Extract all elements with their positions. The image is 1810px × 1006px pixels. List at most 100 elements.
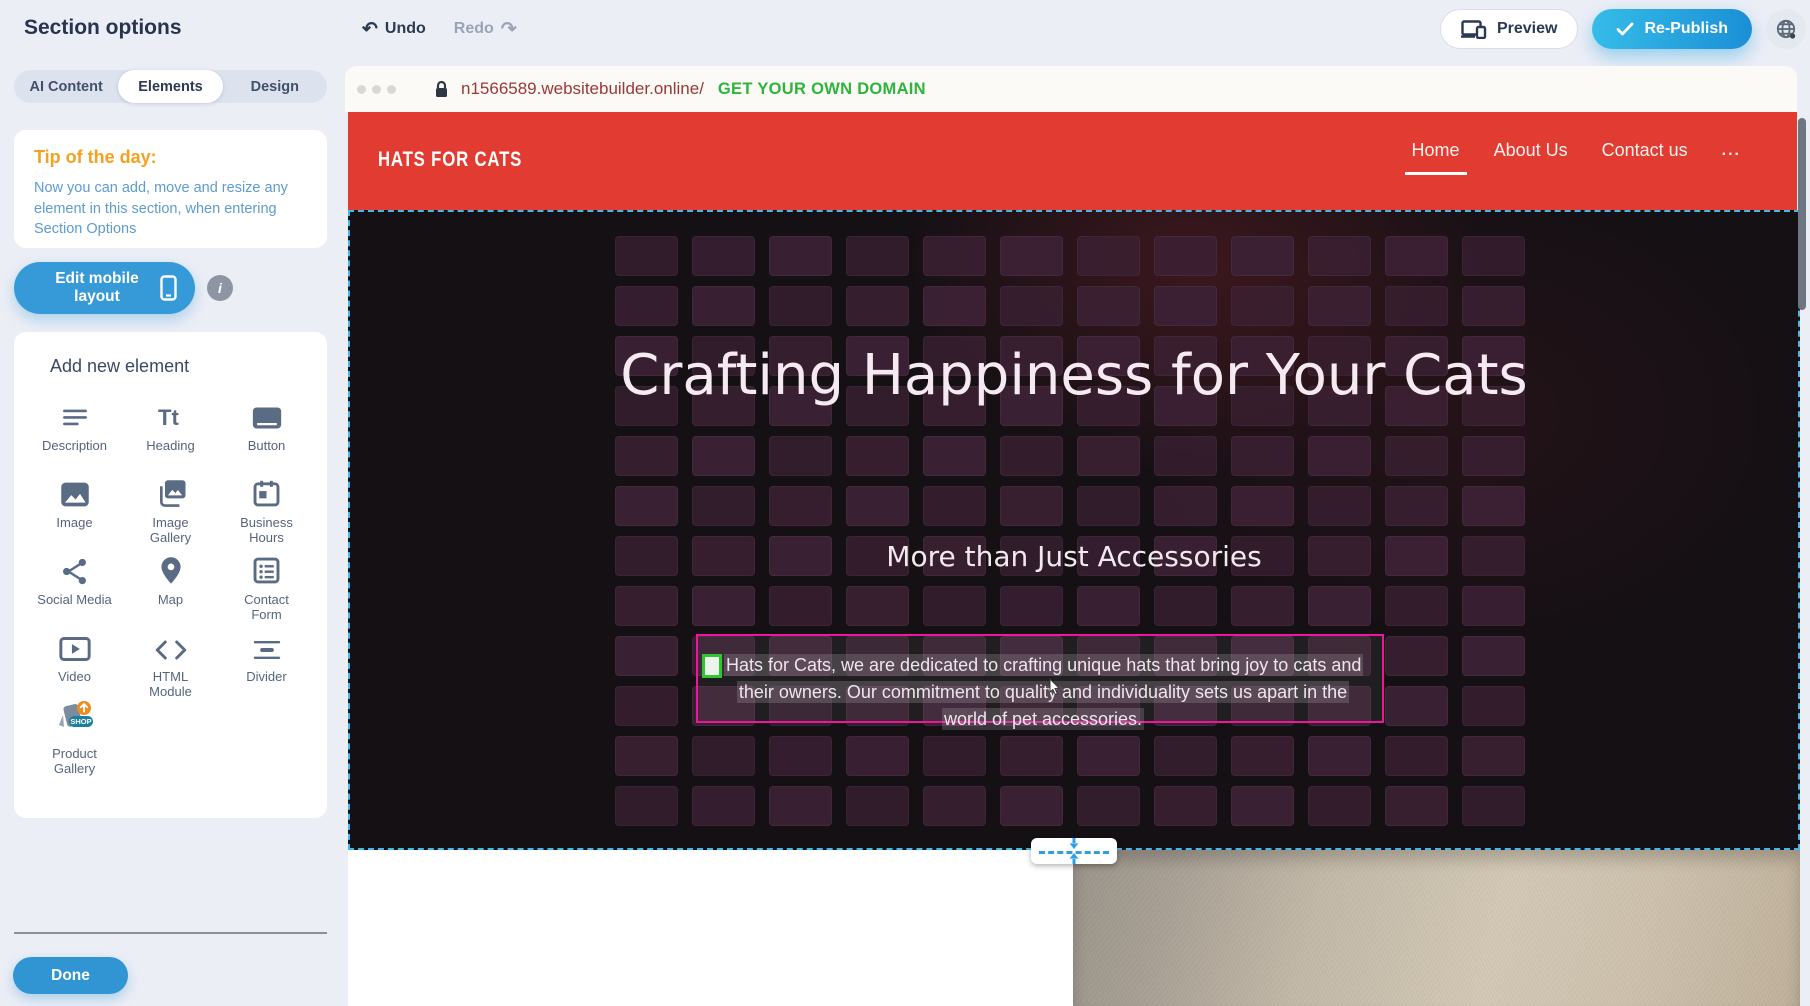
language-globe-button[interactable] (1766, 9, 1806, 49)
hero-tile (1231, 286, 1294, 326)
tab-ai-content[interactable]: AI Content (14, 70, 118, 103)
hero-tile (1000, 286, 1063, 326)
hero-tile (846, 786, 909, 826)
hero-tile (615, 486, 678, 526)
hero-tile (769, 286, 832, 326)
svg-text:Tt: Tt (158, 405, 179, 430)
hero-section: Crafting Happiness for Your Cats More th… (348, 210, 1800, 850)
social-media-icon (60, 553, 89, 585)
hero-tile (1462, 686, 1525, 726)
element-item-contact-form[interactable]: Contact Form (222, 553, 312, 630)
hero-tile (1385, 486, 1448, 526)
svg-text:SHOP: SHOP (70, 717, 91, 726)
hero-tile (1308, 486, 1371, 526)
hero-tile (1231, 586, 1294, 626)
hero-tile (1385, 736, 1448, 776)
panel-divider (14, 932, 327, 934)
hero-tile (1385, 636, 1448, 676)
element-item-label: Product Gallery (36, 746, 114, 777)
hero-description-element[interactable]: Hats for Cats, we are dedicated to craft… (696, 634, 1384, 723)
hero-tile (1000, 786, 1063, 826)
element-item-label: Social Media (36, 592, 114, 607)
globe-icon (1774, 17, 1798, 41)
hero-tile (692, 486, 755, 526)
element-item-image-gallery[interactable]: Image Gallery (126, 476, 216, 553)
get-your-own-domain-link[interactable]: GET YOUR OWN DOMAIN (718, 80, 926, 99)
element-item-business-hours[interactable]: Business Hours (222, 476, 312, 553)
hero-tile (846, 236, 909, 276)
hero-title[interactable]: Crafting Happiness for Your Cats (348, 336, 1800, 416)
element-item-label: Description (36, 438, 114, 453)
top-bar: Section options ↶ Undo Redo ↷ Preview (0, 0, 1810, 58)
site-header: HATS FOR CATS HomeAbout UsContact us... (348, 112, 1797, 210)
hero-tile (1231, 736, 1294, 776)
hero-tile-grid (615, 236, 1525, 826)
nav-item-about-us[interactable]: About Us (1494, 140, 1568, 165)
browser-dot (372, 85, 381, 94)
video-icon (59, 630, 91, 662)
element-item-label: Divider (228, 669, 306, 684)
hero-tile (846, 736, 909, 776)
undo-label: Undo (385, 20, 426, 38)
republish-label: Re-Publish (1644, 20, 1728, 38)
element-item-map[interactable]: Map (126, 553, 216, 630)
element-item-divider[interactable]: Divider (222, 630, 312, 707)
hero-tile (846, 436, 909, 476)
map-icon (159, 553, 183, 585)
hero-tile (692, 236, 755, 276)
hero-tile (692, 786, 755, 826)
hero-tile (1000, 586, 1063, 626)
hero-subtitle[interactable]: More than Just Accessories (348, 540, 1800, 573)
edit-mobile-layout-button[interactable]: Edit mobile layout (14, 262, 195, 314)
hero-tile (769, 236, 832, 276)
hero-tile (1154, 486, 1217, 526)
element-item-image[interactable]: Image (30, 476, 120, 553)
tab-design[interactable]: Design (223, 70, 327, 103)
divider-icon (252, 630, 282, 662)
nav-item-home[interactable]: Home (1412, 140, 1460, 165)
hero-tile (923, 436, 986, 476)
nav-item-contact-us[interactable]: Contact us (1602, 140, 1688, 165)
hero-tile (1231, 786, 1294, 826)
add-element-grid: Description TtHeadingButton Image Image Gal… (14, 399, 327, 784)
element-item-label: HTML Module (132, 669, 210, 700)
element-item-video[interactable]: Video (30, 630, 120, 707)
hero-tile (923, 586, 986, 626)
image-icon (60, 476, 90, 508)
hero-tile (1154, 436, 1217, 476)
section-resize-handle[interactable] (1031, 838, 1117, 864)
hero-tile (1385, 586, 1448, 626)
undo-button[interactable]: ↶ Undo (362, 20, 426, 39)
drag-handle[interactable] (702, 654, 722, 678)
element-item-social-media[interactable]: Social Media (30, 553, 120, 630)
hero-tile (1462, 236, 1525, 276)
html-module-icon (155, 630, 187, 662)
button-icon (251, 399, 283, 431)
redo-button[interactable]: Redo ↷ (454, 20, 517, 39)
preview-button[interactable]: Preview (1440, 9, 1578, 49)
hero-tile (846, 586, 909, 626)
page-title: Section options (24, 16, 182, 40)
element-item-description[interactable]: Description (30, 399, 120, 476)
hero-tile (769, 436, 832, 476)
add-new-element-card: Add new element DescriptionTtHeadingButt… (14, 332, 327, 818)
hero-tile (1462, 736, 1525, 776)
done-button[interactable]: Done (13, 957, 128, 994)
browser-dots (357, 85, 396, 94)
nav-item-more[interactable]: ... (1722, 142, 1741, 164)
element-item-product-gallery[interactable]: SHOP Product Gallery (30, 707, 120, 784)
element-item-label: Image Gallery (132, 515, 210, 546)
element-item-button[interactable]: Button (222, 399, 312, 476)
element-item-html-module[interactable]: HTML Module (126, 630, 216, 707)
element-item-label: Business Hours (228, 515, 306, 546)
tab-elements[interactable]: Elements (118, 70, 222, 103)
site-url: n1566589.websitebuilder.online/ (461, 79, 704, 99)
republish-button[interactable]: Re-Publish (1592, 9, 1752, 49)
hero-tile (692, 286, 755, 326)
scrollbar-thumb[interactable] (1798, 118, 1806, 310)
info-icon[interactable]: i (207, 275, 233, 301)
hero-tile (1077, 586, 1140, 626)
browser-dot (387, 85, 396, 94)
hero-tile (615, 636, 678, 676)
element-item-heading[interactable]: TtHeading (126, 399, 216, 476)
